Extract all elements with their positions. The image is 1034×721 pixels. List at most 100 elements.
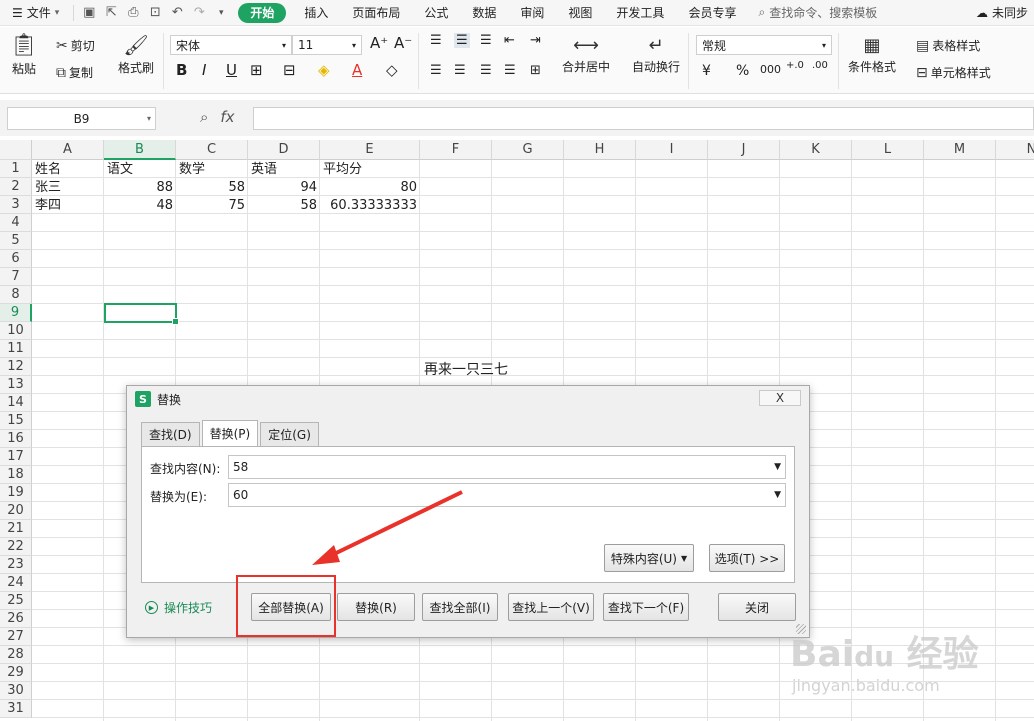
align-middle-icon[interactable]: ☰ [454, 33, 470, 48]
row-header-5[interactable]: 5 [0, 232, 32, 250]
find-all-button[interactable]: 查找全部(I) [422, 593, 498, 621]
cell-C3[interactable]: 75 [177, 197, 248, 215]
sync-status[interactable]: ☁ 未同步 [976, 4, 1028, 21]
font-size-select[interactable]: 11 ▾ [292, 35, 362, 55]
indent-decrease-icon[interactable]: ⇤ [504, 33, 515, 48]
find-previous-button[interactable]: 查找上一个(V) [508, 593, 594, 621]
fx-icon[interactable]: fx [220, 108, 234, 126]
decrease-decimal-icon[interactable]: .00 [812, 60, 828, 71]
dialog-close-button[interactable]: X [759, 390, 801, 406]
bold-icon[interactable]: B [176, 61, 187, 79]
currency-icon[interactable]: ¥ [702, 63, 711, 79]
row-header-6[interactable]: 6 [0, 250, 32, 268]
cell-B2[interactable]: 88 [105, 179, 176, 197]
row-header-28[interactable]: 28 [0, 646, 32, 664]
row-header-31[interactable]: 31 [0, 700, 32, 718]
align-right-icon[interactable]: ☰ [480, 63, 492, 78]
print-preview-icon[interactable]: ⊡ [144, 2, 166, 24]
underline-icon[interactable]: U [226, 61, 237, 79]
find-input[interactable]: 58 ▼ [228, 455, 786, 479]
column-header-K[interactable]: K [780, 140, 852, 160]
row-header-11[interactable]: 11 [0, 340, 32, 358]
font-name-select[interactable]: 宋体 ▾ [170, 35, 292, 55]
cell-style-button[interactable]: ⊟ 单元格样式 [916, 64, 991, 81]
row-header-26[interactable]: 26 [0, 610, 32, 628]
formula-input[interactable] [253, 107, 1034, 130]
name-box[interactable]: B9 ▾ [7, 107, 156, 130]
column-header-L[interactable]: L [852, 140, 924, 160]
cell-D1[interactable]: 英语 [249, 161, 320, 179]
row-header-24[interactable]: 24 [0, 574, 32, 592]
operation-tips-link[interactable]: ▶ 操作技巧 [145, 599, 212, 616]
cell-D2[interactable]: 94 [249, 179, 320, 197]
cut-button[interactable]: ✂ 剪切 [56, 37, 95, 54]
column-header-C[interactable]: C [176, 140, 248, 160]
thousands-icon[interactable]: 000 [760, 63, 781, 76]
italic-icon[interactable]: I [202, 61, 206, 79]
border-icon[interactable]: ⊞ [250, 61, 263, 79]
column-header-F[interactable]: F [420, 140, 492, 160]
replace-button[interactable]: 替换(R) [337, 593, 415, 621]
save-icon[interactable]: ▣ [78, 2, 100, 24]
tab-page-layout[interactable]: 页面布局 [340, 0, 412, 26]
row-header-21[interactable]: 21 [0, 520, 32, 538]
tab-review[interactable]: 审阅 [508, 0, 556, 26]
increase-decimal-icon[interactable]: +.0 [786, 60, 804, 71]
find-next-button[interactable]: 查找下一个(F) [603, 593, 689, 621]
row-header-14[interactable]: 14 [0, 394, 32, 412]
row-header-16[interactable]: 16 [0, 430, 32, 448]
customize-chevron-icon[interactable]: ▾ [210, 2, 232, 24]
merge-center-button[interactable]: ⟷ 合并居中 [562, 35, 610, 75]
redo-icon[interactable]: ↷ [188, 2, 210, 24]
decrease-font-icon[interactable]: A⁻ [394, 34, 412, 52]
row-header-29[interactable]: 29 [0, 664, 32, 682]
row-header-20[interactable]: 20 [0, 502, 32, 520]
replace-input[interactable]: 60 ▼ [228, 483, 786, 507]
column-header-D[interactable]: D [248, 140, 320, 160]
dialog-title-bar[interactable]: S 替换 [127, 386, 809, 412]
active-cell-B9[interactable] [104, 303, 179, 325]
font-color-icon[interactable]: A [352, 61, 362, 79]
cell-E2[interactable]: 80 [321, 179, 420, 197]
options-button[interactable]: 选项(T) >> [709, 544, 785, 572]
column-header-J[interactable]: J [708, 140, 780, 160]
cell-E1[interactable]: 平均分 [321, 161, 420, 179]
row-header-19[interactable]: 19 [0, 484, 32, 502]
tab-find[interactable]: 查找(D) [141, 422, 200, 446]
row-header-2[interactable]: 2 [0, 178, 32, 196]
column-header-H[interactable]: H [564, 140, 636, 160]
number-format-select[interactable]: 常规 ▾ [696, 35, 832, 55]
clear-format-icon[interactable]: ◇ [386, 61, 398, 79]
tab-data[interactable]: 数据 [460, 0, 508, 26]
row-header-1[interactable]: 1 [0, 160, 32, 178]
cell-B3[interactable]: 48 [105, 197, 176, 215]
close-button[interactable]: 关闭 [718, 593, 796, 621]
indent-increase-icon[interactable]: ⇥ [530, 33, 541, 48]
tab-replace[interactable]: 替换(P) [201, 420, 259, 446]
row-header-22[interactable]: 22 [0, 538, 32, 556]
command-search[interactable]: ⌕ 查找命令、搜索模板 [748, 4, 877, 21]
cell-E3[interactable]: 60.33333333 [321, 197, 420, 215]
cell-B1[interactable]: 语文 [105, 161, 176, 179]
row-header-17[interactable]: 17 [0, 448, 32, 466]
tab-goto[interactable]: 定位(G) [260, 422, 319, 446]
distribute-icon[interactable]: ⊞ [530, 63, 541, 78]
row-header-8[interactable]: 8 [0, 286, 32, 304]
copy-button[interactable]: ⧉ 复制 [56, 64, 93, 81]
cell-C2[interactable]: 58 [177, 179, 248, 197]
align-center-icon[interactable]: ☰ [454, 63, 466, 78]
column-header-I[interactable]: I [636, 140, 708, 160]
tab-view[interactable]: 视图 [556, 0, 604, 26]
row-header-15[interactable]: 15 [0, 412, 32, 430]
select-all-corner[interactable] [0, 140, 32, 160]
column-header-N[interactable]: N [996, 140, 1034, 160]
undo-icon[interactable]: ↶ [166, 2, 188, 24]
cell-A1[interactable]: 姓名 [33, 161, 104, 179]
cell-D3[interactable]: 58 [249, 197, 320, 215]
justify-icon[interactable]: ☰ [504, 63, 516, 78]
row-header-25[interactable]: 25 [0, 592, 32, 610]
cell-A3[interactable]: 李四 [33, 197, 104, 215]
file-menu[interactable]: ☰ 文件 ▾ [0, 4, 69, 21]
row-header-9[interactable]: 9 [0, 304, 32, 322]
column-header-B[interactable]: B [104, 140, 176, 160]
